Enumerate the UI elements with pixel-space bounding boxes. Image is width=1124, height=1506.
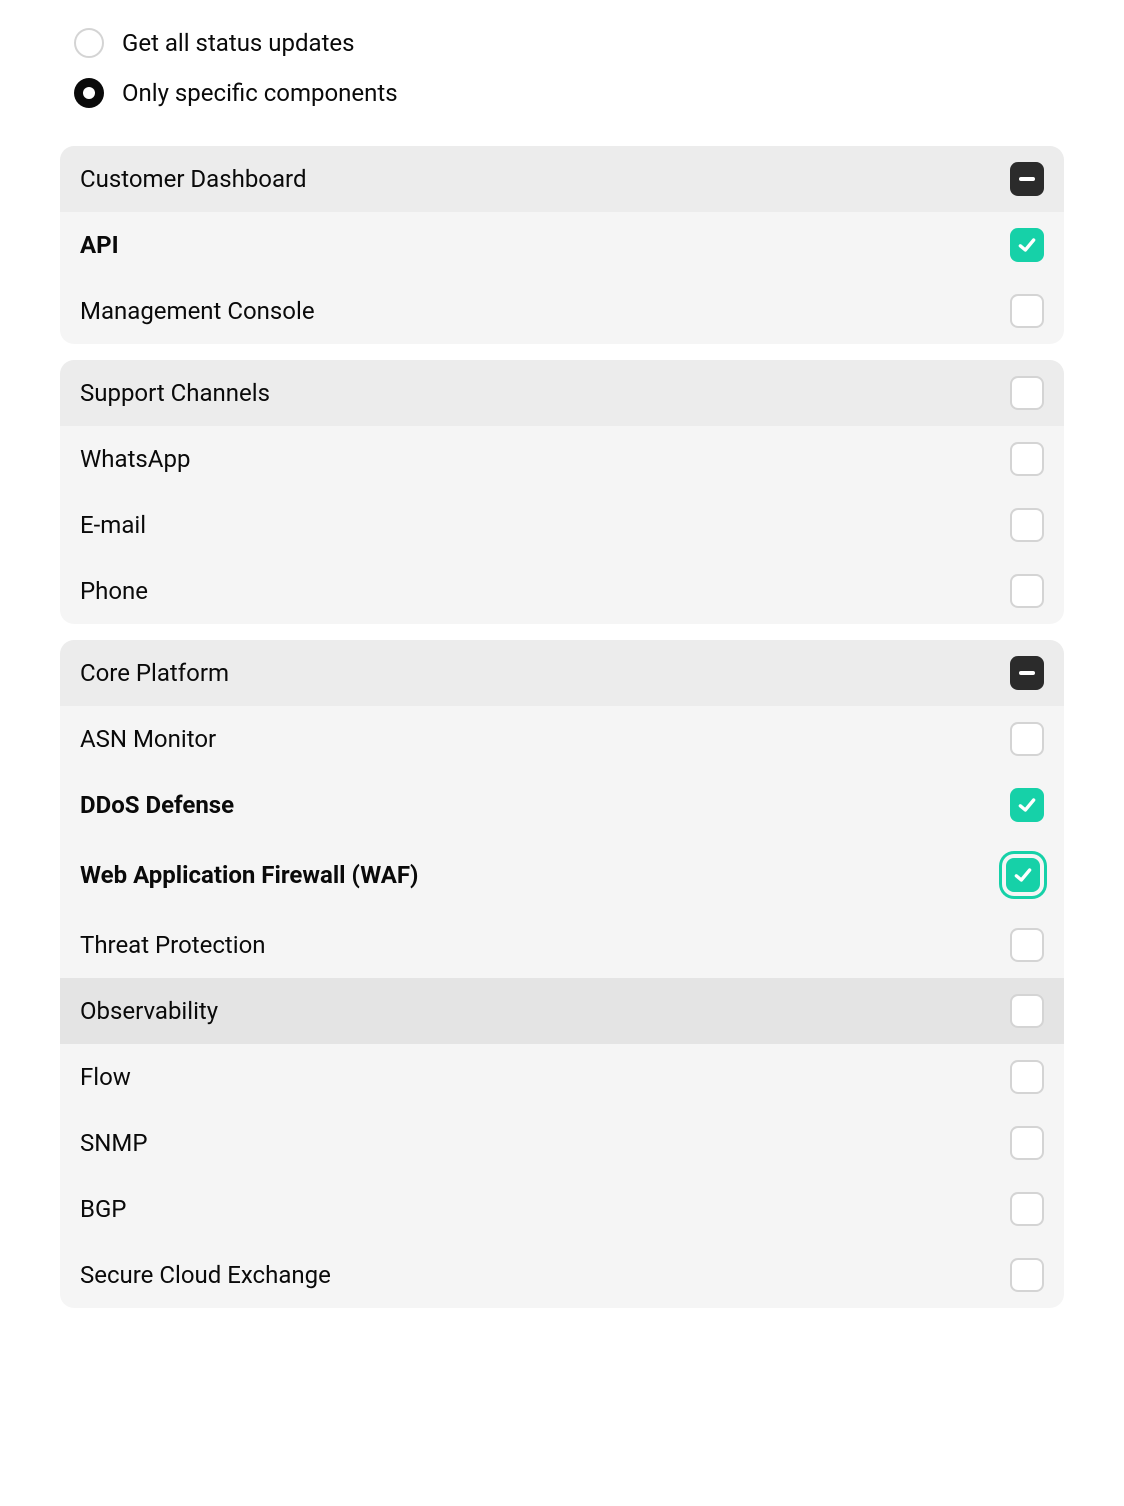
group-header-row[interactable]: Support Channels	[60, 360, 1064, 426]
component-item-label: ASN Monitor	[80, 725, 216, 753]
component-item-row[interactable]: Secure Cloud Exchange	[60, 1242, 1064, 1308]
component-item-label: Phone	[80, 577, 148, 605]
radio-label-all: Get all status updates	[122, 29, 355, 57]
radio-checked-icon	[74, 78, 104, 108]
component-item-row[interactable]: Management Console	[60, 278, 1064, 344]
component-item-row[interactable]: SNMP	[60, 1110, 1064, 1176]
checkbox-unchecked-icon[interactable]	[1010, 928, 1044, 962]
checkbox-unchecked-icon[interactable]	[1010, 376, 1044, 410]
component-item-row[interactable]: Web Application Firewall (WAF)	[60, 838, 1064, 912]
component-item-row[interactable]: Flow	[60, 1044, 1064, 1110]
component-groups: Customer Dashboard API Management Console S…	[60, 146, 1064, 1308]
component-item-row[interactable]: Phone	[60, 558, 1064, 624]
component-item-label: Web Application Firewall (WAF)	[80, 861, 418, 889]
component-item-row[interactable]: E-mail	[60, 492, 1064, 558]
component-group: Customer Dashboard API Management Console	[60, 146, 1064, 344]
checkbox-unchecked-icon[interactable]	[1010, 994, 1044, 1028]
component-item-row[interactable]: DDoS Defense	[60, 772, 1064, 838]
component-item-label: DDoS Defense	[80, 791, 234, 819]
checkbox-focus-ring	[1002, 854, 1044, 896]
component-item-label: E-mail	[80, 511, 146, 539]
group-header-label: Customer Dashboard	[80, 165, 306, 193]
component-group: Support Channels WhatsApp E-mail Phone	[60, 360, 1064, 624]
component-item-label: WhatsApp	[80, 445, 190, 473]
checkbox-unchecked-icon[interactable]	[1010, 508, 1044, 542]
checkbox-indeterminate-icon[interactable]	[1010, 162, 1044, 196]
component-item-row[interactable]: WhatsApp	[60, 426, 1064, 492]
component-item-label: Threat Protection	[80, 931, 266, 959]
component-item-label: Management Console	[80, 297, 315, 325]
checkbox-checked-icon[interactable]	[1006, 858, 1040, 892]
component-item-label: BGP	[80, 1195, 126, 1223]
checkbox-unchecked-icon[interactable]	[1010, 722, 1044, 756]
checkbox-unchecked-icon[interactable]	[1010, 574, 1044, 608]
radio-row-specific[interactable]: Only specific components	[60, 68, 1064, 118]
subscribe-components-form: Get all status updates Only specific com…	[0, 0, 1124, 1338]
group-header-row[interactable]: Core Platform	[60, 640, 1064, 706]
group-header-row[interactable]: Customer Dashboard	[60, 146, 1064, 212]
checkbox-unchecked-icon[interactable]	[1010, 1258, 1044, 1292]
component-item-row[interactable]: API	[60, 212, 1064, 278]
component-item-row[interactable]: ASN Monitor	[60, 706, 1064, 772]
component-item-label: SNMP	[80, 1129, 147, 1157]
checkbox-unchecked-icon[interactable]	[1010, 1192, 1044, 1226]
radio-row-all[interactable]: Get all status updates	[60, 18, 1064, 68]
component-group: Core Platform ASN Monitor DDoS Defense Web …	[60, 640, 1064, 1308]
checkbox-unchecked-icon[interactable]	[1010, 442, 1044, 476]
radio-unchecked-icon	[74, 28, 104, 58]
checkbox-checked-icon[interactable]	[1010, 228, 1044, 262]
component-item-label: Secure Cloud Exchange	[80, 1261, 331, 1289]
component-item-label: Observability	[80, 997, 218, 1025]
checkbox-unchecked-icon[interactable]	[1010, 1060, 1044, 1094]
component-item-row[interactable]: Threat Protection	[60, 912, 1064, 978]
component-item-row[interactable]: BGP	[60, 1176, 1064, 1242]
group-header-label: Support Channels	[80, 379, 270, 407]
component-item-label: API	[80, 231, 119, 259]
checkbox-unchecked-icon[interactable]	[1010, 294, 1044, 328]
radio-label-specific: Only specific components	[122, 79, 398, 107]
checkbox-indeterminate-icon[interactable]	[1010, 656, 1044, 690]
component-item-label: Flow	[80, 1063, 131, 1091]
checkbox-checked-icon[interactable]	[1010, 788, 1044, 822]
group-header-label: Core Platform	[80, 659, 229, 687]
checkbox-unchecked-icon[interactable]	[1010, 1126, 1044, 1160]
component-item-row[interactable]: Observability	[60, 978, 1064, 1044]
